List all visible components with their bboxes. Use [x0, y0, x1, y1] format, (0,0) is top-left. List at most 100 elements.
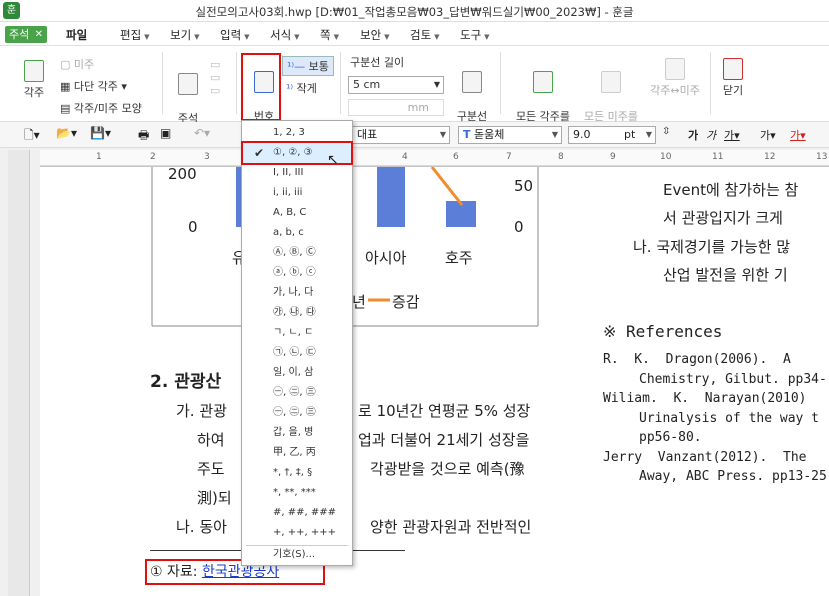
sep-length-label: 구분선 길이: [350, 56, 405, 69]
menu-edit[interactable]: 편집 ▼: [120, 27, 170, 43]
new-doc-icon[interactable]: 🗋▾: [24, 126, 40, 147]
option-asterisks[interactable]: *, **, ***: [242, 483, 352, 503]
font-value: 돋움체: [474, 128, 505, 141]
option-arabic[interactable]: 1, 2, 3: [242, 123, 352, 143]
menu-insert[interactable]: 입력 ▼: [220, 27, 270, 43]
convert-icon: [601, 71, 621, 93]
option-circled-upper[interactable]: Ⓐ, Ⓑ, Ⓒ: [242, 243, 352, 263]
y-axis-tick: 200: [168, 165, 197, 183]
body-text: 산업 발전을 위한 기: [663, 266, 788, 284]
option-hanja-numeral[interactable]: ㊀, ㊁, ㊂: [242, 383, 352, 403]
style-select[interactable]: 대표 ▼: [352, 126, 450, 144]
reference-line: Urinalysis of the way t: [639, 411, 820, 426]
option-circled-lower[interactable]: ⓐ, ⓑ, ⓒ: [242, 263, 352, 283]
option-label: ㉠, ㉡, ㉢: [273, 347, 316, 358]
unit-label: mm: [407, 101, 429, 114]
ruler-tick: 4: [402, 152, 408, 162]
option-label: ㊀, ㊁, ㊂: [273, 387, 316, 398]
option-alpha-lower[interactable]: a, b, c: [242, 223, 352, 243]
annotation-tab[interactable]: 주석 ✕: [5, 26, 47, 43]
menu-security[interactable]: 보안 ▼: [360, 27, 410, 43]
option-gap-eul[interactable]: 갑, 을, 병: [242, 423, 352, 443]
ruler-tick: 2: [150, 152, 156, 162]
reference-line: Wiliam. K. Narayan(2010): [603, 391, 807, 406]
font-color-icon[interactable]: 가▾: [790, 127, 806, 143]
close-button[interactable]: 닫기: [716, 58, 750, 98]
close-label: 닫기: [722, 84, 744, 97]
menu-view[interactable]: 보기 ▼: [170, 27, 220, 43]
option-circled-hanja[interactable]: ㊀, ㊁, ㊂: [242, 403, 352, 423]
option-circled-jamo[interactable]: ㉠, ㉡, ㉢: [242, 343, 352, 363]
option-hashes[interactable]: #, ##, ###: [242, 503, 352, 523]
option-symbols[interactable]: *, †, ‡, §: [242, 463, 352, 483]
body-text: 로 10년간 연평균 5% 성장: [358, 402, 531, 420]
body-text: 가. 관광: [176, 402, 227, 420]
chevron-down-icon: ▼: [484, 33, 490, 41]
strikethrough-icon[interactable]: 가▾: [760, 127, 776, 143]
ruler-tick: 3: [204, 152, 210, 162]
size-small-button[interactable]: ¹⁾ 작게: [286, 80, 317, 96]
body-text: 양한 관광자원과 전반적인: [370, 518, 532, 536]
option-jamo[interactable]: ㄱ, ㄴ, ㄷ: [242, 323, 352, 343]
option-label: I, II, III: [273, 167, 304, 178]
option-hangul-numeral[interactable]: 일, 이, 삼: [242, 363, 352, 383]
legend-item: 증감: [392, 293, 420, 311]
menu-tools[interactable]: 도구 ▼: [460, 27, 510, 43]
italic-icon[interactable]: 가: [706, 127, 716, 143]
references-title: ※ References: [603, 322, 723, 341]
multi-col-footnote-button[interactable]: ▦ 다단 각주 ▾: [60, 78, 127, 94]
preview-icon[interactable]: ▣: [160, 126, 171, 140]
chevron-down-icon: ▼: [384, 33, 390, 41]
bold-icon[interactable]: 가: [688, 127, 698, 143]
endnote-button[interactable]: ▢ 미주: [60, 56, 94, 72]
underline-icon[interactable]: 가▾: [724, 127, 740, 143]
endnote-label: 미주: [73, 58, 95, 71]
body-text: 測)되: [197, 489, 232, 507]
footnote-button[interactable]: 각주: [14, 60, 54, 100]
open-folder-icon[interactable]: 📂▾: [56, 126, 77, 140]
chevron-down-icon: ▼: [434, 33, 440, 41]
legend-item: 년: [352, 293, 366, 311]
option-hanja-stems[interactable]: 甲, 乙, 丙: [242, 443, 352, 463]
print-icon[interactable]: 🖶: [138, 126, 149, 147]
undo-icon[interactable]: ↶▾: [194, 126, 210, 140]
document-page[interactable]: 200 0 50 0 유 아시아 호주 년 증감 2. 관광산 가. 관광 로 …: [40, 165, 829, 596]
superscript-icon: ¹⁾: [286, 82, 294, 95]
body-text: 나. 국제경기를 가능한 많: [633, 238, 791, 256]
menu-label: 보안: [360, 28, 382, 42]
menu-label: 편집: [120, 28, 142, 42]
number-shape-dropdown[interactable]: 1, 2, 3 ✔ ①, ②, ③ I, II, III i, ii, iii A…: [241, 120, 353, 566]
size-normal-button[interactable]: ¹⁾— 보통: [282, 56, 334, 76]
menu-file[interactable]: 파일: [66, 27, 87, 43]
save-icon[interactable]: 💾▾: [90, 126, 111, 140]
menu-format[interactable]: 서식 ▼: [270, 27, 320, 43]
option-hangul[interactable]: 가, 나, 다: [242, 283, 352, 303]
option-alpha-upper[interactable]: A, B, C: [242, 203, 352, 223]
sep-length-select[interactable]: 5 cm ▼: [348, 76, 444, 94]
normal-label: 보통: [308, 60, 329, 73]
option-roman-lower[interactable]: i, ii, iii: [242, 183, 352, 203]
option-pluses[interactable]: +, ++, +++: [242, 523, 352, 543]
x-axis-label: 아시아: [365, 249, 407, 267]
close-icon[interactable]: ✕: [35, 26, 43, 43]
footnote-shape-button[interactable]: ▤ 각주/미주 모양: [60, 100, 142, 116]
menu-label: 보기: [170, 28, 192, 42]
ruler-tick: 9: [610, 152, 616, 162]
menu-review[interactable]: 검토 ▼: [410, 27, 460, 43]
option-label: ㊀, ㊁, ㊂: [273, 407, 316, 418]
option-circled-hangul[interactable]: ㉮, ㉯, ㉰: [242, 303, 352, 323]
body-text: 나. 동아: [176, 518, 227, 536]
size-select[interactable]: 9.0 pt ▼: [568, 126, 656, 144]
ruler-tick: 6: [453, 152, 459, 162]
window-title: 실전모의고사03회.hwp [D:₩01_작업총모음₩03_답변₩워드실기₩00…: [195, 5, 634, 19]
spin-icon[interactable]: ⇳: [662, 126, 670, 137]
option-label: 갑, 을, 병: [273, 427, 314, 438]
sep-length-input[interactable]: mm: [348, 99, 444, 116]
menu-list: 편집 ▼ 보기 ▼ 입력 ▼ 서식 ▼ 쪽 ▼ 보안 ▼ 검토 ▼ 도구 ▼: [120, 27, 510, 43]
body-text: 하여: [197, 431, 225, 449]
ruler-tick: 13: [816, 152, 828, 162]
menu-page[interactable]: 쪽 ▼: [320, 27, 360, 43]
option-more-symbols[interactable]: 기호(S)...: [242, 545, 352, 565]
reference-line: pp56-80.: [639, 430, 702, 445]
font-select[interactable]: T 돋움체 ▼: [458, 126, 562, 144]
